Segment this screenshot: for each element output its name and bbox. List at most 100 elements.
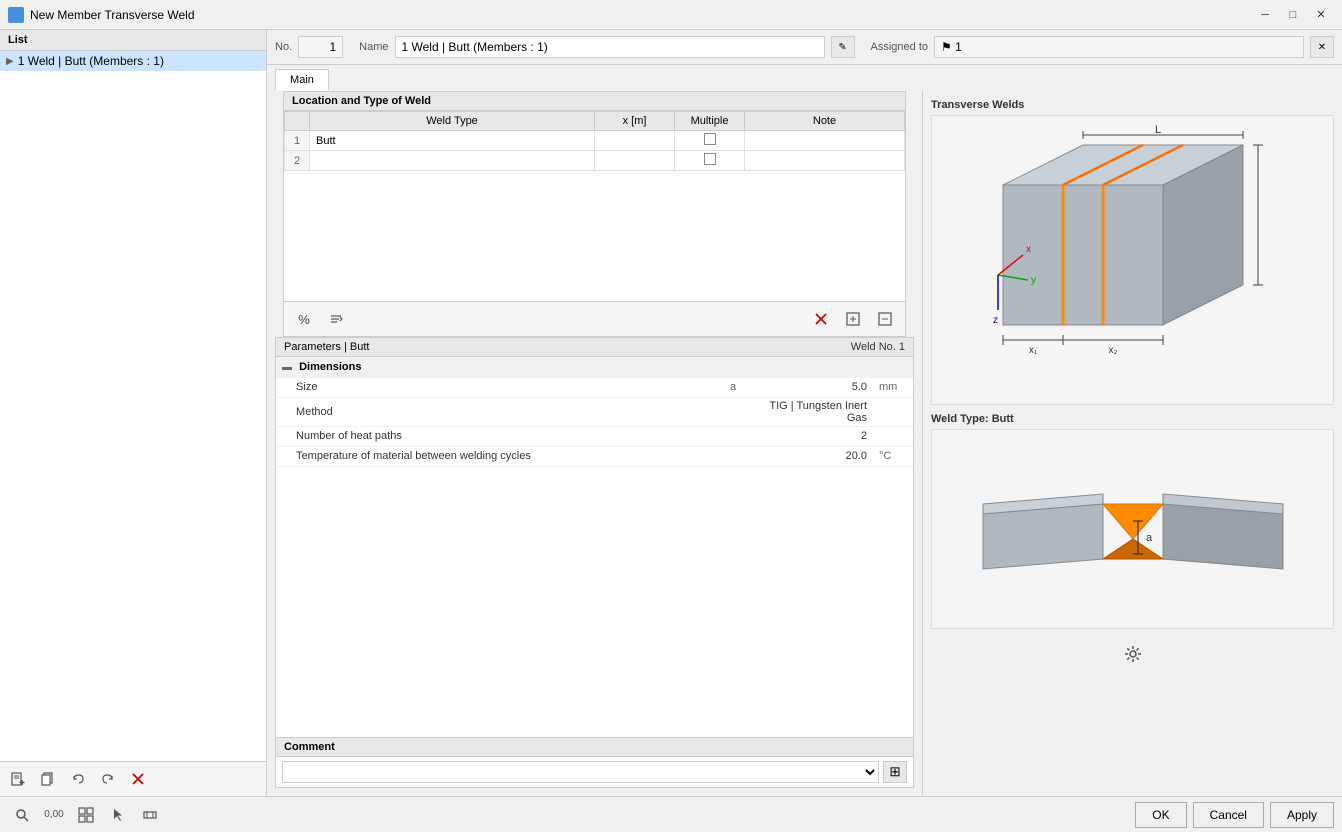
member-button[interactable] <box>136 802 164 828</box>
title-bar: New Member Transverse Weld ─ □ ✕ <box>0 0 1342 30</box>
cursor-button[interactable] <box>104 802 132 828</box>
weld-type-label: Weld Type: Butt <box>931 413 1334 425</box>
col-weld-type: Weld Type <box>310 112 595 131</box>
bottom-right-actions: OK Cancel Apply <box>1135 802 1334 828</box>
copy-button[interactable] <box>34 766 62 792</box>
row-x-2[interactable] <box>595 151 675 171</box>
table-edit1-button[interactable] <box>839 306 867 332</box>
minimize-button[interactable]: ─ <box>1252 5 1278 25</box>
col-note: Note <box>745 112 905 131</box>
param-method-name: Method <box>276 397 713 426</box>
cancel-button[interactable]: Cancel <box>1193 802 1264 828</box>
param-method-value[interactable]: TIG | Tungsten Inert Gas <box>753 397 873 426</box>
param-heat-paths-unit <box>873 426 913 446</box>
weld-table: Weld Type x [m] Multiple Note 1 Butt <box>284 111 905 171</box>
row-weld-type-2[interactable] <box>310 151 595 171</box>
col-num <box>285 112 310 131</box>
transverse-weld-svg: L x y z <box>943 125 1323 395</box>
comment-copy-button[interactable]: ⊞ <box>883 761 907 783</box>
window-title: New Member Transverse Weld <box>30 8 195 22</box>
top-fields: No. Name ✎ Assigned to ✕ <box>267 30 1342 65</box>
undo-button[interactable] <box>64 766 92 792</box>
tabs-bar: Main <box>267 65 1342 91</box>
illus-settings-button[interactable] <box>1119 641 1147 667</box>
name-edit-button[interactable]: ✎ <box>831 36 855 58</box>
zoom-button[interactable] <box>8 802 36 828</box>
param-size-value[interactable]: 5.0 <box>753 377 873 397</box>
location-section-header: Location and Type of Weld <box>284 92 905 111</box>
table-row: 2 <box>285 151 905 171</box>
tab-main[interactable]: Main <box>275 69 329 91</box>
params-weld-no: Weld No. 1 <box>851 341 905 353</box>
row-multiple-1[interactable] <box>675 131 745 151</box>
assigned-clear-button[interactable]: ✕ <box>1310 36 1334 58</box>
params-header: Parameters | Butt Weld No. 1 <box>276 337 913 357</box>
butt-weld-svg: a <box>963 449 1303 609</box>
table-row: 1 Butt <box>285 131 905 151</box>
comment-section: Comment ⊞ <box>275 738 914 788</box>
svg-text:a: a <box>1146 532 1153 544</box>
col-multiple: Multiple <box>675 112 745 131</box>
svg-text:x₁: x₁ <box>1028 345 1037 356</box>
param-row-method: Method TIG | Tungsten Inert Gas <box>276 397 913 426</box>
value-display-button[interactable]: 0,00 <box>40 802 68 828</box>
param-size-name: Size <box>276 377 713 397</box>
params-title: Parameters | Butt <box>284 341 369 353</box>
param-size-code: a <box>713 377 753 397</box>
bottom-left-tools: 0,00 <box>8 802 164 828</box>
transverse-welds-label: Transverse Welds <box>931 99 1334 111</box>
grid-button[interactable] <box>72 802 100 828</box>
group-name-dimensions: Dimensions <box>299 361 361 373</box>
butt-weld-illustration: a <box>931 429 1334 629</box>
row-multiple-2[interactable] <box>675 151 745 171</box>
col-x: x [m] <box>595 112 675 131</box>
assigned-label: Assigned to <box>871 41 928 53</box>
left-toolbar <box>0 761 266 796</box>
table-edit2-button[interactable] <box>871 306 899 332</box>
illustration-panel: Transverse Welds <box>922 91 1342 796</box>
list-area: ▶ 1 Weld | Butt (Members : 1) <box>0 51 266 761</box>
bottom-toolbar: 0,00 OK Cancel Apply <box>0 796 1342 832</box>
param-temp-name: Temperature of material between welding … <box>276 446 713 466</box>
row-note-2[interactable] <box>745 151 905 171</box>
row-x-1[interactable] <box>595 131 675 151</box>
svg-text:z: z <box>993 315 998 326</box>
comment-select[interactable] <box>282 761 879 783</box>
param-size-unit: mm <box>873 377 913 397</box>
ok-button[interactable]: OK <box>1135 802 1186 828</box>
name-label: Name <box>359 41 388 53</box>
illus-bottom-bar <box>931 637 1334 671</box>
sort-button[interactable] <box>322 306 350 332</box>
table-delete-button[interactable] <box>807 306 835 332</box>
row-weld-type-1[interactable]: Butt <box>310 131 595 151</box>
maximize-button[interactable]: □ <box>1280 5 1306 25</box>
percent-button[interactable]: % <box>290 306 318 332</box>
apply-button[interactable]: Apply <box>1270 802 1334 828</box>
delete-button[interactable] <box>124 766 152 792</box>
assigned-input <box>934 36 1304 58</box>
left-panel: List ▶ 1 Weld | Butt (Members : 1) <box>0 30 267 796</box>
row-note-1[interactable] <box>745 131 905 151</box>
param-heat-paths-name: Number of heat paths <box>276 426 713 446</box>
param-temp-code <box>713 446 753 466</box>
no-input[interactable] <box>298 36 343 58</box>
param-group-dimensions: ▬ Dimensions <box>276 357 913 377</box>
param-method-unit <box>873 397 913 426</box>
close-button[interactable]: ✕ <box>1308 5 1334 25</box>
redo-button[interactable] <box>94 766 122 792</box>
params-table: ▬ Dimensions Size a 5.0 mm <box>276 357 913 467</box>
param-heat-paths-value[interactable]: 2 <box>753 426 873 446</box>
list-header: List <box>0 30 266 51</box>
name-input[interactable] <box>395 36 825 58</box>
svg-text:x₂: x₂ <box>1108 345 1117 356</box>
new-button[interactable] <box>4 766 32 792</box>
window-controls: ─ □ ✕ <box>1252 5 1334 25</box>
transverse-welds-illustration: L x y z <box>931 115 1334 405</box>
collapse-button[interactable]: ▬ <box>282 362 292 373</box>
no-label: No. <box>275 41 292 53</box>
svg-text:x: x <box>1026 244 1031 255</box>
param-temp-value[interactable]: 20.0 <box>753 446 873 466</box>
list-item[interactable]: ▶ 1 Weld | Butt (Members : 1) <box>0 51 266 71</box>
svg-text:L: L <box>1154 125 1160 136</box>
param-row-size: Size a 5.0 mm <box>276 377 913 397</box>
